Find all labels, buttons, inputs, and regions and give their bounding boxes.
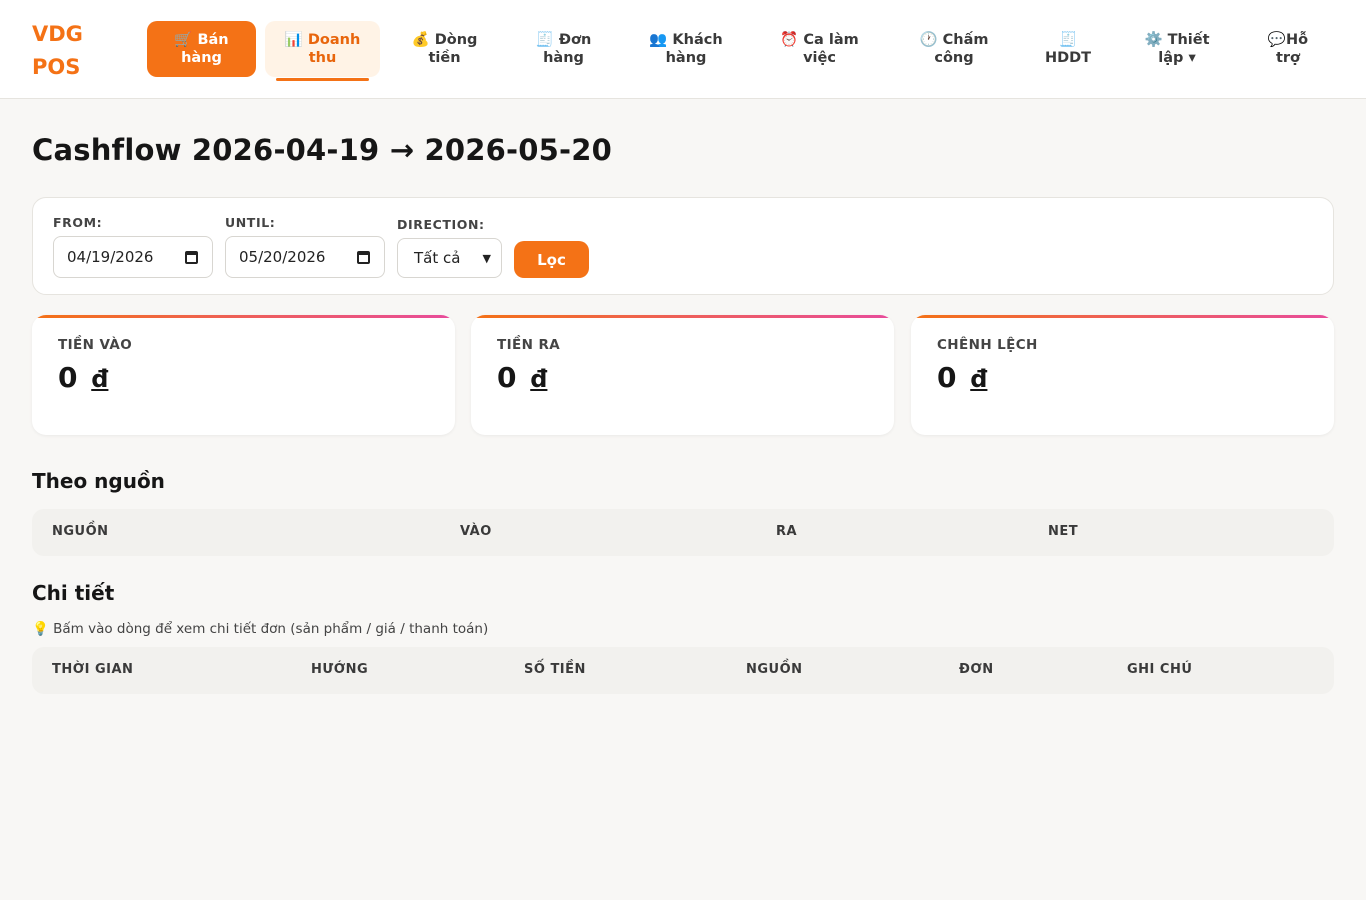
stat-value: 0 đ (937, 361, 987, 394)
alarm-clock-icon: ⏰ (780, 32, 799, 48)
receipt-icon: 🧾 (535, 32, 554, 48)
top-bar: VDG POS 🛒 Bán hàng 📊 Doanh thu 💰 Dòng tiền … (0, 0, 1366, 99)
invoice-icon: 🧾 (1058, 32, 1078, 48)
direction-label: DIRECTION: (397, 217, 485, 232)
nav-settings-line2: lập ▾ (1158, 50, 1196, 66)
nav-timekeeping-line1: Chấm (942, 32, 989, 48)
nav-sales-line1: Bán (197, 32, 229, 48)
speech-bubble-icon: 💬 (1267, 32, 1286, 48)
nav-shifts-line1: Ca làm (803, 32, 859, 48)
column-header-source[interactable]: NGUỒN (746, 662, 803, 677)
by-source-table-header: NGUỒN VÀO RA NET (32, 509, 1334, 556)
filter-button[interactable]: Lọc (514, 241, 589, 278)
from-date-input[interactable]: 04/19/2026 (53, 236, 213, 278)
column-header-in[interactable]: VÀO (460, 524, 492, 539)
bar-chart-icon: 📊 (284, 32, 303, 48)
direction-select[interactable]: Tất cả ▼ (397, 238, 502, 278)
column-header-direction[interactable]: HƯỚNG (311, 662, 368, 677)
stat-card-money-in: TIỀN VÀO 0 đ (32, 315, 455, 435)
column-header-time[interactable]: THỜI GIAN (52, 662, 133, 677)
currency-symbol: đ (530, 365, 548, 393)
detail-title: Chi tiết (32, 581, 115, 605)
nav-customers[interactable]: 👥 Khách hàng (627, 21, 745, 77)
lightbulb-icon: 💡 (32, 621, 49, 637)
nav-cashflow[interactable]: 💰 Dòng tiền (387, 21, 502, 77)
nav-settings-line1: Thiết (1167, 32, 1210, 48)
nav-customers-line2: hàng (665, 50, 707, 66)
nav-revenue-line1: Doanh (307, 32, 361, 48)
nav-settings[interactable]: ⚙️ Thiết lập ▾ (1127, 21, 1227, 77)
stat-label: TIỀN VÀO (58, 337, 133, 353)
nav-einvoice-label: HDDT (1044, 50, 1092, 66)
nav-cashflow-line2: tiền (428, 50, 461, 66)
from-date-value: 04/19/2026 (67, 248, 154, 266)
nav-timekeeping[interactable]: 🕐 Chấm công (895, 21, 1013, 77)
column-header-out[interactable]: RA (776, 524, 797, 539)
by-source-title: Theo nguồn (32, 469, 165, 493)
nav-timekeeping-line2: công (934, 50, 974, 66)
nav-shifts-line2: việc (803, 50, 836, 66)
column-header-source[interactable]: NGUỒN (52, 524, 109, 539)
gear-icon: ⚙️ (1144, 32, 1163, 48)
stat-card-difference: CHÊNH LỆCH 0 đ (911, 315, 1334, 435)
nav-orders-line2: hàng (543, 50, 584, 66)
nav-support-line2: trợ (1275, 50, 1301, 66)
detail-table-header: THỜI GIAN HƯỚNG SỐ TIỀN NGUỒN ĐƠN GHI CH… (32, 647, 1334, 694)
nav-cashflow-line1: Dòng (434, 32, 478, 48)
detail-hint: 💡 Bấm vào dòng để xem chi tiết đơn (sản … (32, 621, 488, 637)
logo-line-1: VDG (32, 22, 83, 46)
nav-revenue-line2: thu (308, 50, 337, 66)
from-label: FROM: (53, 215, 103, 230)
nav-support[interactable]: 💬Hỗ trợ (1247, 21, 1329, 77)
clock-icon: 🕐 (919, 32, 938, 48)
cart-icon: 🛒 (174, 32, 193, 48)
currency-symbol: đ (970, 365, 988, 393)
column-header-amount[interactable]: SỐ TIỀN (524, 662, 586, 677)
main-nav: 🛒 Bán hàng 📊 Doanh thu 💰 Dòng tiền 🧾 Đơn hàn… (147, 21, 1337, 81)
nav-customers-line1: Khách (672, 32, 723, 48)
column-header-net[interactable]: NET (1048, 524, 1078, 539)
stat-amount: 0 (497, 361, 517, 394)
stat-amount: 0 (58, 361, 78, 394)
nav-support-line1: Hỗ (1285, 32, 1309, 48)
calendar-icon[interactable] (357, 251, 370, 264)
nav-shifts[interactable]: ⏰ Ca làm việc (757, 21, 882, 77)
column-header-note[interactable]: GHI CHÚ (1127, 662, 1192, 677)
stat-card-money-out: TIỀN RA 0 đ (471, 315, 894, 435)
currency-symbol: đ (91, 365, 109, 393)
until-date-value: 05/20/2026 (239, 248, 326, 266)
nav-einvoice[interactable]: 🧾 HDDT (1023, 21, 1113, 77)
nav-orders-line1: Đơn (558, 32, 592, 48)
column-header-order[interactable]: ĐƠN (959, 662, 994, 677)
logo-line-2: POS (32, 55, 81, 79)
stat-value: 0 đ (497, 361, 547, 394)
direction-selected-value: Tất cả (414, 249, 461, 267)
chevron-down-icon: ▼ (482, 252, 491, 265)
filter-panel: FROM: 04/19/2026 UNTIL: 05/20/2026 DIREC… (32, 197, 1334, 295)
app-logo[interactable]: VDG POS (32, 18, 83, 84)
detail-hint-text: Bấm vào dòng để xem chi tiết đơn (sản ph… (53, 621, 489, 637)
stat-amount: 0 (937, 361, 957, 394)
until-date-input[interactable]: 05/20/2026 (225, 236, 385, 278)
stat-label: TIỀN RA (497, 337, 561, 353)
stat-label: CHÊNH LỆCH (937, 337, 1038, 353)
until-label: UNTIL: (225, 215, 276, 230)
people-icon: 👥 (649, 32, 668, 48)
calendar-icon[interactable] (185, 251, 198, 264)
money-bag-icon: 💰 (411, 32, 430, 48)
stat-value: 0 đ (58, 361, 108, 394)
nav-sales-line2: hàng (181, 50, 222, 66)
nav-revenue[interactable]: 📊 Doanh thu (265, 21, 380, 81)
nav-orders[interactable]: 🧾 Đơn hàng (510, 21, 617, 77)
nav-sales[interactable]: 🛒 Bán hàng (147, 21, 256, 77)
page-title: Cashflow 2026-04-19 → 2026-05-20 (32, 133, 613, 167)
